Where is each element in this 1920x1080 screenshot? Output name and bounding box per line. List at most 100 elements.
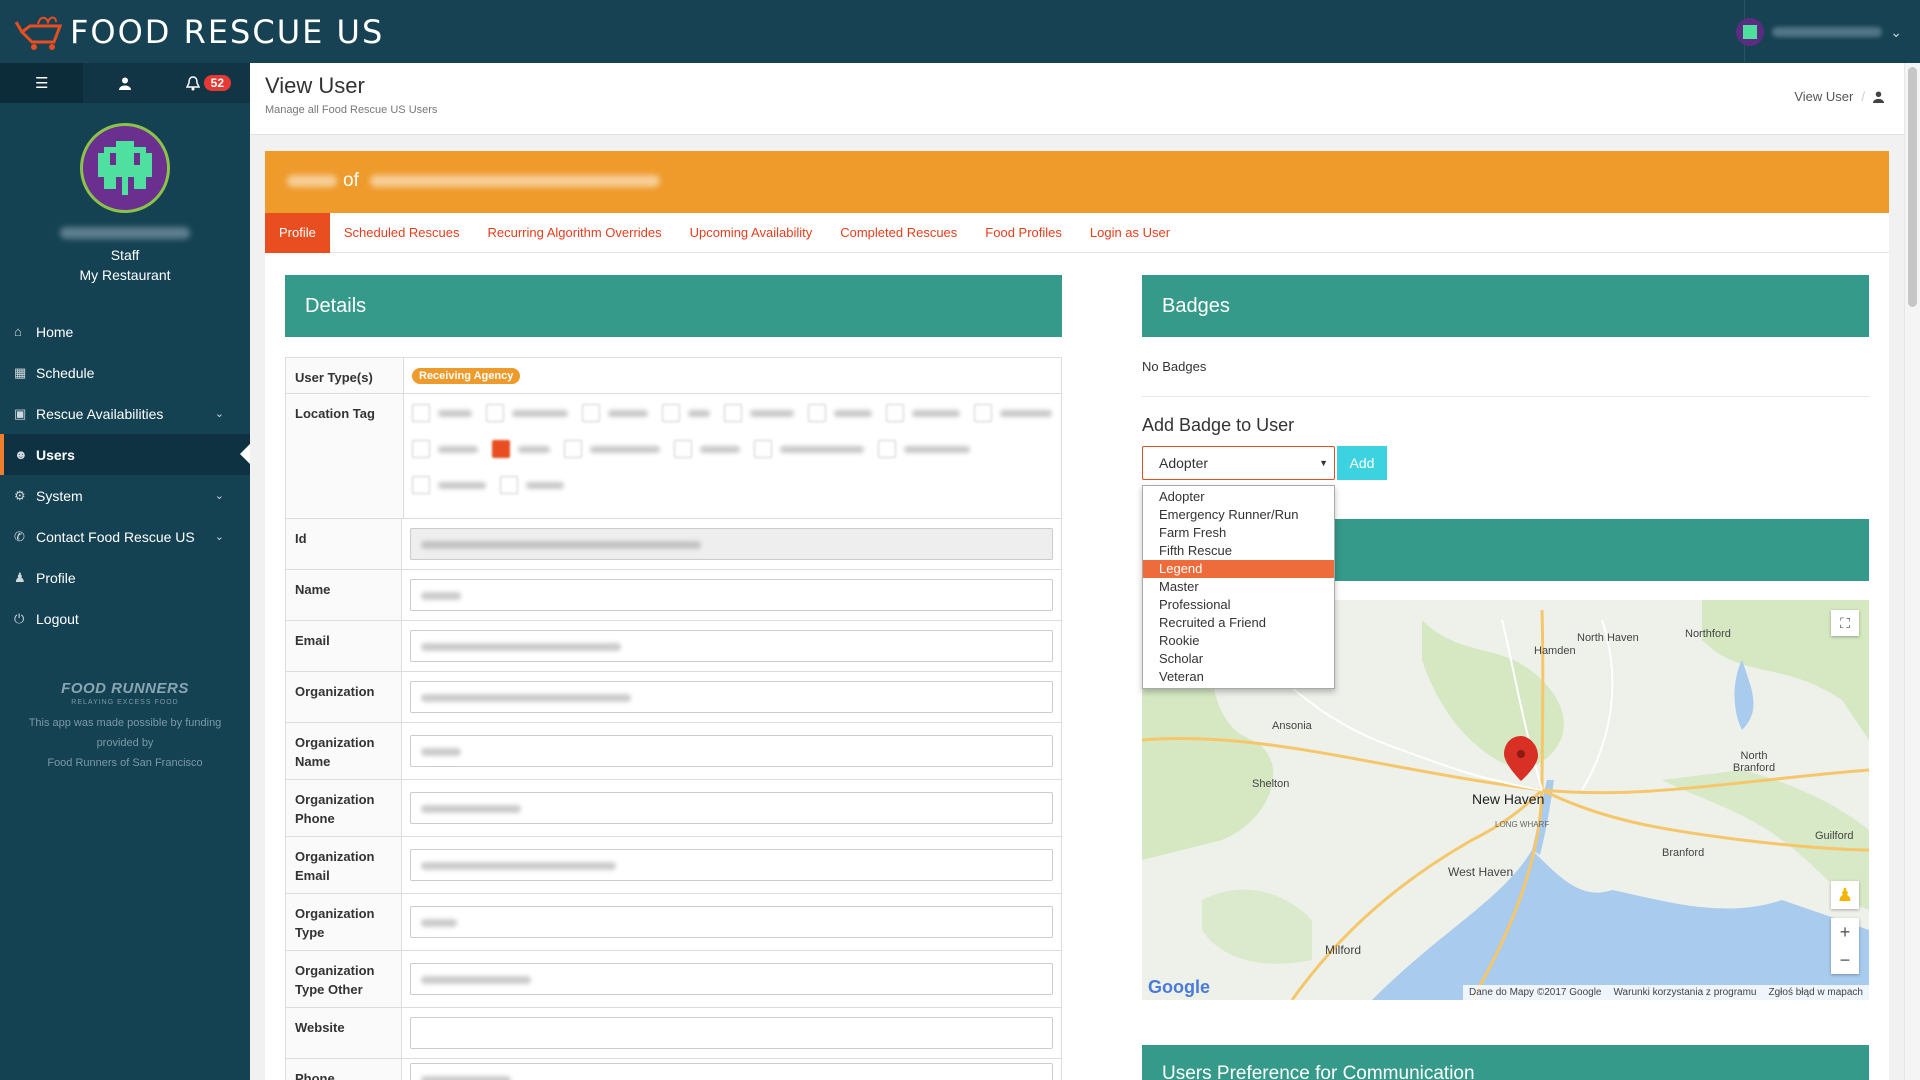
brand-name: FOOD RESCUE US [70,13,385,51]
location-tag-checkbox[interactable] [412,474,486,496]
organization-type-field[interactable] [410,906,1053,938]
details-panel: Details User Type(s) Receiving Agency Lo… [285,275,1062,1080]
power-icon: ⏻ [14,610,25,626]
notifications-button[interactable]: 52 [167,63,250,103]
tab-login-as-user[interactable]: Login as User [1076,213,1184,253]
fullscreen-button[interactable]: ⛶ [1831,610,1859,636]
location-tag-checkbox[interactable] [412,438,478,460]
zoom-out-button[interactable]: − [1831,946,1859,974]
sidebar-footer: FOOD RUNNERS RELAYING EXCESS FOOD This a… [0,679,250,773]
location-tag-checkbox[interactable] [974,402,1052,424]
table-row: Organization Type Other [286,951,1061,1008]
badge-option[interactable]: Emergency Runner/Run [1143,506,1334,524]
map-place-label: North Branford [1732,750,1776,774]
website-field[interactable] [410,1017,1053,1049]
menu-toggle-button[interactable]: ☰ [0,63,84,103]
location-tag-checkbox[interactable] [808,402,872,424]
map-report-link[interactable]: Zgłoś błąd w mapach [1769,987,1864,998]
map-terms-link[interactable]: Warunki korzystania z programu [1613,987,1756,998]
organization-field[interactable] [410,681,1053,713]
location-tag-checkbox[interactable] [754,438,864,460]
street-view-button[interactable]: ♟ [1831,881,1859,909]
sidebar: ☰ 52 Staff My Restaurant ⌂ Home ▦ Schedu… [0,63,250,1080]
location-tag-checkbox[interactable] [412,402,472,424]
user-name-redacted [1772,27,1883,37]
organization-type-other-field[interactable] [410,963,1053,995]
location-tag-checkbox[interactable] [582,402,648,424]
field-label: Id [286,519,402,569]
tab-upcoming-availability[interactable]: Upcoming Availability [676,213,827,253]
sidebar-item-system[interactable]: ⚙ System ⌄ [0,475,250,516]
badge-option[interactable]: Farm Fresh [1143,524,1334,542]
pixel-avatar-icon [98,141,152,195]
badges-title: Badges [1142,275,1869,337]
tab-food-profiles[interactable]: Food Profiles [971,213,1076,253]
sidebar-item-label: Logout [36,610,79,627]
location-tag-checkbox[interactable] [662,402,710,424]
badge-option[interactable]: Veteran [1143,668,1334,686]
badge-option[interactable]: Recruited a Friend [1143,614,1334,632]
user-menu[interactable]: ⌄ [1736,18,1902,46]
badge-option[interactable]: Rookie [1143,632,1334,650]
details-table: User Type(s) Receiving Agency Location T… [285,357,1062,1080]
badge-option-highlighted[interactable]: Legend [1143,560,1334,578]
details-title: Details [285,275,1062,337]
location-tag-checkbox[interactable] [674,438,740,460]
location-tag-checkbox[interactable] [486,402,568,424]
sidebar-item-schedule[interactable]: ▦ Schedule [0,352,250,393]
right-column: Badges No Badges Add Badge to User Adopt… [1142,275,1869,1080]
location-tag-checkbox[interactable] [886,402,960,424]
fullscreen-icon: ⛶ [1840,615,1850,631]
notification-count-badge: 52 [203,75,231,91]
location-tag-checkbox[interactable] [492,438,550,460]
sidebar-item-logout[interactable]: ⏻ Logout [0,598,250,639]
phone-field[interactable] [410,1062,1053,1080]
scrollbar-thumb[interactable] [1908,67,1917,307]
food-runners-tagline: RELAYING EXCESS FOOD [71,699,179,706]
badge-select[interactable]: Adopter ▼ [1142,446,1335,480]
account-button[interactable] [83,63,166,103]
sidebar-item-rescue-availabilities[interactable]: ▣ Rescue Availabilities ⌄ [0,393,250,434]
sidebar-item-profile[interactable]: ♟ Profile [0,557,250,598]
badge-select-value: Adopter [1159,455,1209,471]
brand[interactable]: FOOD RESCUE US [14,12,384,52]
map-place-label: West Haven [1448,865,1514,879]
user-type-badge: Receiving Agency [412,367,521,384]
badge-option[interactable]: Fifth Rescue [1143,542,1334,560]
organization-name-field[interactable] [410,735,1053,767]
sidebar-item-users[interactable]: ☻ Users [0,434,250,475]
sidebar-item-home[interactable]: ⌂ Home [0,311,250,352]
field-label: Organization Phone [286,780,402,836]
badge-option[interactable]: Professional [1143,596,1334,614]
sidebar-item-contact[interactable]: ✆ Contact Food Rescue US ⌄ [0,516,250,557]
badge-option[interactable]: Adopter [1143,488,1334,506]
badge-dropdown: Adopter Emergency Runner/Run Farm Fresh … [1142,485,1335,689]
email-field[interactable] [410,630,1053,662]
location-tag-checkbox[interactable] [500,474,564,496]
location-tag-checkbox[interactable] [724,402,794,424]
field-label: Email [286,621,402,671]
breadcrumb-item[interactable]: View User [1794,89,1853,104]
tab-completed-rescues[interactable]: Completed Rescues [826,213,971,253]
user-icon [118,77,131,90]
map-place-label: New Haven [1472,791,1545,807]
funding-text: provided by [96,737,154,749]
zoom-in-button[interactable]: + [1831,918,1859,946]
tab-recurring-algorithm-overrides[interactable]: Recurring Algorithm Overrides [474,213,676,253]
organization-email-field[interactable] [410,849,1053,881]
avatar[interactable] [80,123,170,213]
location-tag-checkbox[interactable] [564,438,660,460]
top-bar: FOOD RESCUE US ⌄ [0,0,1920,63]
id-field [410,528,1053,560]
chevron-down-icon: ⌄ [214,490,224,502]
location-tag-checkbox[interactable] [878,438,970,460]
page-scrollbar[interactable] [1904,63,1920,1080]
funding-text: Food Runners of San Francisco [47,757,203,769]
add-badge-button[interactable]: Add [1337,446,1387,480]
name-field[interactable] [410,579,1053,611]
badge-option[interactable]: Master [1143,578,1334,596]
organization-phone-field[interactable] [410,792,1053,824]
tab-scheduled-rescues[interactable]: Scheduled Rescues [330,213,474,253]
badge-option[interactable]: Scholar [1143,650,1334,668]
tab-profile[interactable]: Profile [265,213,330,253]
